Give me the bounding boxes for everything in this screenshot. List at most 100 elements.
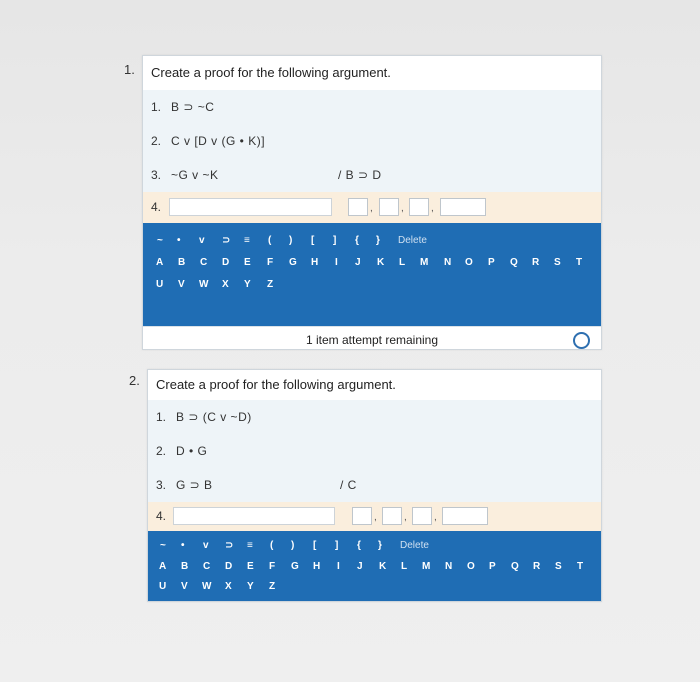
justification-line-box[interactable] xyxy=(352,507,372,525)
key-letter[interactable]: I xyxy=(337,561,340,572)
key-open-brace[interactable]: { xyxy=(357,540,361,551)
key-close-bracket[interactable]: ] xyxy=(335,540,338,551)
key-letter[interactable]: O xyxy=(465,257,473,268)
key-letter[interactable]: R xyxy=(533,561,540,572)
key-tilde[interactable]: ~ xyxy=(157,235,163,246)
justification-rule-box[interactable] xyxy=(442,507,488,525)
justification-line-box[interactable] xyxy=(412,507,432,525)
key-letter[interactable]: G xyxy=(291,561,299,572)
key-wedge[interactable]: v xyxy=(203,540,209,551)
key-letter[interactable]: I xyxy=(335,257,338,268)
key-close-paren[interactable]: ) xyxy=(289,235,292,246)
delete-key[interactable]: Delete xyxy=(398,235,427,246)
premise-statement: B ⊃ (C v ~D) xyxy=(176,410,252,424)
key-letter[interactable]: F xyxy=(267,257,273,268)
key-open-paren[interactable]: ( xyxy=(270,540,273,551)
justification-rule-box[interactable] xyxy=(440,198,486,216)
key-letter[interactable]: U xyxy=(156,279,163,290)
symbol-key-row: ~ • v ⊃ ≡ ( ) [ ] { } Delete xyxy=(143,223,601,253)
key-letter[interactable]: Z xyxy=(267,279,273,290)
key-dot[interactable]: • xyxy=(181,540,185,551)
letter-key-row: A B C D E F G H I J K L M N O P Q R S T xyxy=(143,253,601,275)
premise-number: 3. xyxy=(156,478,167,492)
key-wedge[interactable]: v xyxy=(199,235,205,246)
key-letter[interactable]: B xyxy=(178,257,185,268)
key-letter[interactable]: J xyxy=(355,257,361,268)
key-close-paren[interactable]: ) xyxy=(291,540,294,551)
key-letter[interactable]: H xyxy=(313,561,320,572)
statement-input[interactable] xyxy=(173,507,335,525)
key-letter[interactable]: L xyxy=(399,257,405,268)
key-open-brace[interactable]: { xyxy=(355,235,359,246)
key-letter[interactable]: N xyxy=(445,561,452,572)
key-letter[interactable]: P xyxy=(488,257,495,268)
key-letter[interactable]: W xyxy=(199,279,208,290)
key-letter[interactable]: E xyxy=(244,257,251,268)
key-letter[interactable]: M xyxy=(420,257,428,268)
key-letter[interactable]: Z xyxy=(269,581,275,592)
key-letter[interactable]: S xyxy=(554,257,561,268)
key-letter[interactable]: C xyxy=(203,561,210,572)
key-triple-bar[interactable]: ≡ xyxy=(244,235,250,246)
key-letter[interactable]: V xyxy=(181,581,188,592)
key-letter[interactable]: F xyxy=(269,561,275,572)
key-horseshoe[interactable]: ⊃ xyxy=(222,235,230,246)
key-letter[interactable]: K xyxy=(377,257,384,268)
key-letter[interactable]: G xyxy=(289,257,297,268)
separator: , xyxy=(370,203,373,214)
key-letter[interactable]: Y xyxy=(244,279,251,290)
key-letter[interactable]: W xyxy=(202,581,211,592)
letter-key-row: A B C D E F G H I J K L M N O P Q R S T xyxy=(148,557,601,579)
key-letter[interactable]: A xyxy=(156,257,163,268)
key-letter[interactable]: Q xyxy=(511,561,519,572)
key-letter[interactable]: N xyxy=(444,257,451,268)
delete-key[interactable]: Delete xyxy=(400,540,429,551)
key-triple-bar[interactable]: ≡ xyxy=(247,540,253,551)
justification-line-box[interactable] xyxy=(409,198,429,216)
premise-number: 1. xyxy=(151,100,162,114)
key-letter[interactable]: Y xyxy=(247,581,254,592)
key-close-brace[interactable]: } xyxy=(378,540,382,551)
key-letter[interactable]: H xyxy=(311,257,318,268)
key-letter[interactable]: X xyxy=(222,279,229,290)
key-close-brace[interactable]: } xyxy=(376,235,380,246)
key-letter[interactable]: J xyxy=(357,561,363,572)
key-open-bracket[interactable]: [ xyxy=(313,540,316,551)
key-letter[interactable]: U xyxy=(159,581,166,592)
statement-input[interactable] xyxy=(169,198,332,216)
separator: , xyxy=(434,512,437,523)
symbol-keyboard-2: ~ • v ⊃ ≡ ( ) [ ] { } Delete A B C D E F… xyxy=(148,531,601,601)
justification-line-box[interactable] xyxy=(382,507,402,525)
key-letter[interactable]: E xyxy=(247,561,254,572)
key-letter[interactable]: D xyxy=(225,561,232,572)
key-letter[interactable]: X xyxy=(225,581,232,592)
key-letter[interactable]: M xyxy=(422,561,430,572)
key-letter[interactable]: T xyxy=(576,257,582,268)
key-open-bracket[interactable]: [ xyxy=(311,235,314,246)
key-letter[interactable]: S xyxy=(555,561,562,572)
key-letter[interactable]: A xyxy=(159,561,166,572)
key-letter[interactable]: Q xyxy=(510,257,518,268)
key-tilde[interactable]: ~ xyxy=(160,540,166,551)
key-letter[interactable]: R xyxy=(532,257,539,268)
key-open-paren[interactable]: ( xyxy=(268,235,271,246)
radio-circle-icon[interactable] xyxy=(573,332,590,349)
justification-line-box[interactable] xyxy=(348,198,368,216)
premise-number: 2. xyxy=(151,134,162,148)
key-letter[interactable]: P xyxy=(489,561,496,572)
attempts-remaining: 1 item attempt remaining xyxy=(305,333,439,347)
key-letter[interactable]: O xyxy=(467,561,475,572)
premise-row: 1. B ⊃ (C v ~D) xyxy=(148,400,601,434)
key-letter[interactable]: T xyxy=(577,561,583,572)
key-letter[interactable]: D xyxy=(222,257,229,268)
symbol-key-row: ~ • v ⊃ ≡ ( ) [ ] { } Delete xyxy=(148,531,601,557)
key-letter[interactable]: K xyxy=(379,561,386,572)
key-letter[interactable]: C xyxy=(200,257,207,268)
key-dot[interactable]: • xyxy=(177,235,181,246)
key-horseshoe[interactable]: ⊃ xyxy=(225,540,233,551)
key-letter[interactable]: B xyxy=(181,561,188,572)
key-letter[interactable]: L xyxy=(401,561,407,572)
key-letter[interactable]: V xyxy=(178,279,185,290)
justification-line-box[interactable] xyxy=(379,198,399,216)
key-close-bracket[interactable]: ] xyxy=(333,235,336,246)
